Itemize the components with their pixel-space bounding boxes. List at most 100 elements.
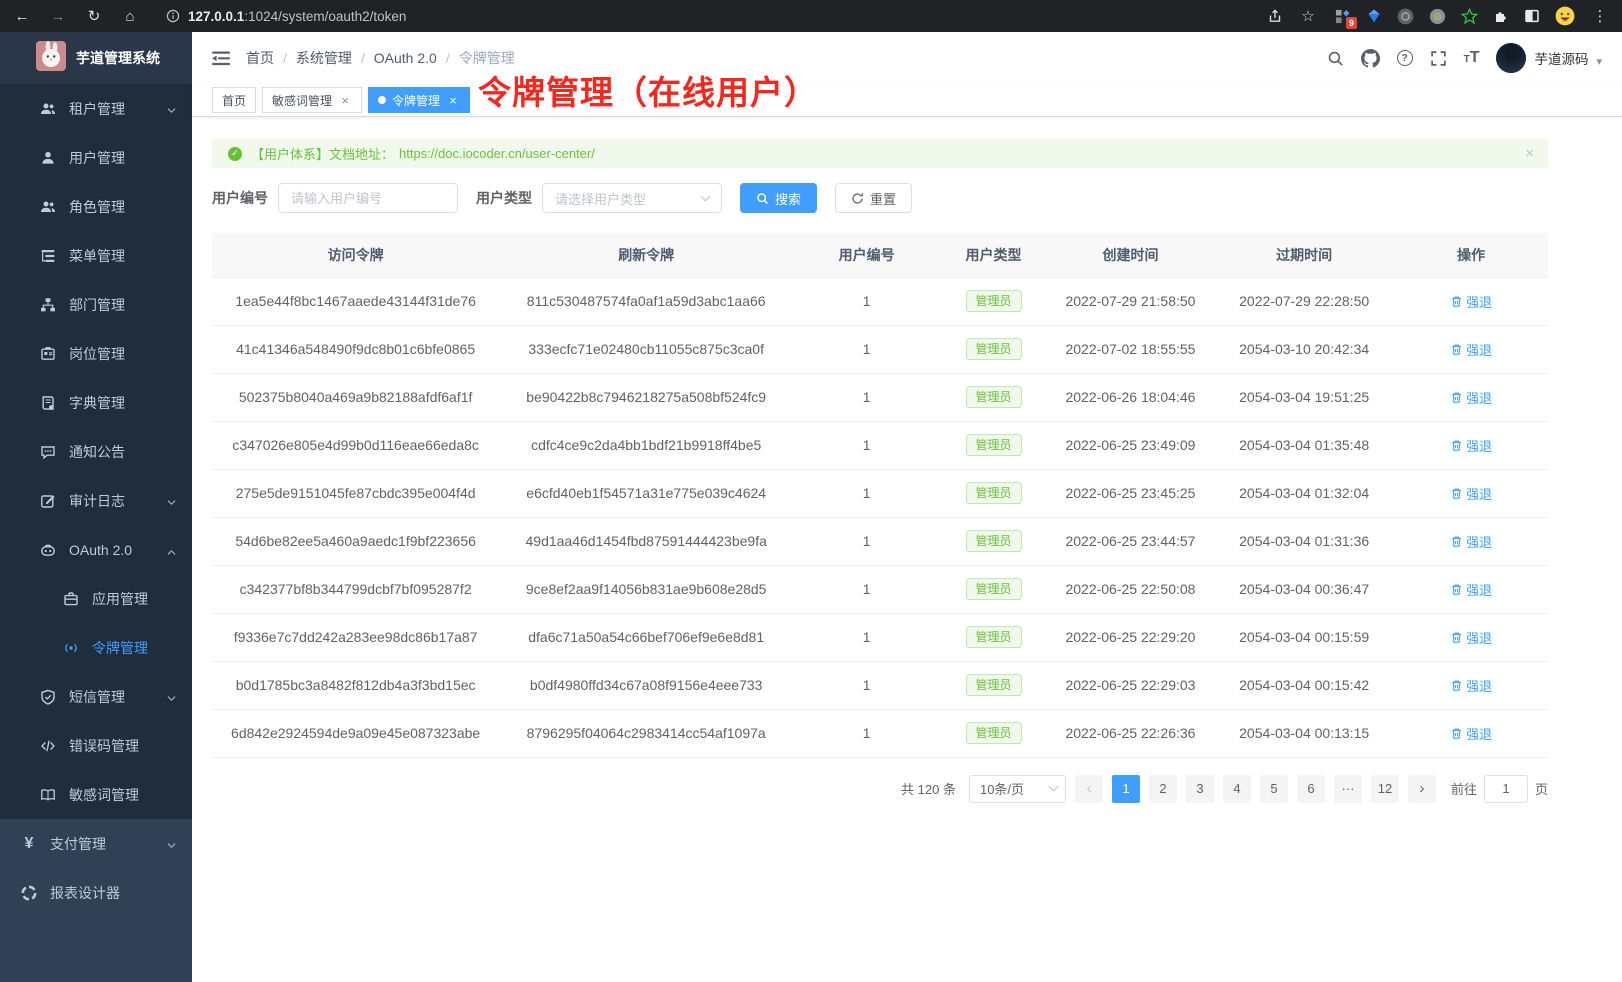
user-id-input[interactable] bbox=[278, 183, 458, 213]
page-button-12[interactable]: 12 bbox=[1371, 775, 1399, 803]
prev-page-button[interactable]: ‹ bbox=[1075, 775, 1103, 803]
user-id-cell: 1 bbox=[793, 517, 940, 565]
refresh-token-cell: 49d1aa46d1454fbd87591444423be9fa bbox=[499, 517, 793, 565]
address-bar[interactable]: 127.0.0.1:1024/system/oauth2/token bbox=[156, 5, 416, 27]
refresh-icon bbox=[851, 192, 864, 205]
user-menu[interactable]: 芋道源码 ▾ bbox=[1496, 43, 1602, 73]
action-cell: 强退 bbox=[1394, 469, 1548, 517]
user-type-select[interactable]: 请选择用户类型 bbox=[542, 183, 722, 213]
help-icon[interactable]: ? bbox=[1397, 50, 1413, 66]
force-logout-button[interactable]: 强退 bbox=[1450, 292, 1492, 311]
sidebar-item-yen[interactable]: ¥支付管理 bbox=[0, 819, 192, 868]
tab-label: 首页 bbox=[222, 92, 246, 109]
force-logout-button[interactable]: 强退 bbox=[1450, 340, 1492, 359]
app-logo-bar[interactable]: 芋道管理系统 bbox=[0, 32, 192, 84]
force-logout-button[interactable]: 强退 bbox=[1450, 532, 1492, 551]
page-button-4[interactable]: 4 bbox=[1223, 775, 1251, 803]
tab-active[interactable]: 令牌管理× bbox=[368, 87, 470, 113]
sidebar-item-label: 菜单管理 bbox=[69, 246, 125, 266]
sidebar-item-users[interactable]: 租户管理 bbox=[0, 84, 192, 133]
sidebar-item-code[interactable]: 错误码管理 bbox=[0, 721, 192, 770]
page-size-select[interactable]: 10条/页 bbox=[969, 775, 1066, 803]
browser-forward-icon[interactable]: → bbox=[48, 8, 68, 25]
sidebar-item-report[interactable]: 报表设计器 bbox=[0, 868, 192, 917]
force-logout-button[interactable]: 强退 bbox=[1450, 436, 1492, 455]
page-button-3[interactable]: 3 bbox=[1186, 775, 1214, 803]
browser-menu-icon[interactable]: ⋮ bbox=[1590, 7, 1610, 25]
force-logout-button[interactable]: 强退 bbox=[1450, 724, 1492, 743]
search-button[interactable]: 搜索 bbox=[740, 183, 817, 213]
sidebar-item-shield[interactable]: 短信管理 bbox=[0, 672, 192, 721]
page-button-1[interactable]: 1 bbox=[1112, 775, 1140, 803]
browser-home-icon[interactable]: ⌂ bbox=[120, 8, 140, 25]
browser-reload-icon[interactable]: ↻ bbox=[84, 7, 104, 25]
gem-extension-icon[interactable] bbox=[1366, 8, 1382, 24]
doc-link[interactable]: https://doc.iocoder.cn/user-center/ bbox=[399, 146, 595, 161]
sidebar-item-audit[interactable]: 审计日志 bbox=[0, 476, 192, 525]
goto-page-input[interactable] bbox=[1484, 775, 1528, 803]
tab-close-icon[interactable]: × bbox=[446, 93, 460, 108]
force-logout-label: 强退 bbox=[1466, 580, 1492, 599]
force-logout-button[interactable]: 强退 bbox=[1450, 580, 1492, 599]
sidebar-item-tree[interactable]: 菜单管理 bbox=[0, 231, 192, 280]
extensions-puzzle-icon[interactable] bbox=[1493, 8, 1509, 24]
breadcrumb-item[interactable]: OAuth 2.0 bbox=[374, 50, 437, 66]
sidebar-item-notice[interactable]: 通知公告 bbox=[0, 427, 192, 476]
star-extension-icon[interactable] bbox=[1461, 8, 1478, 25]
tab-close-icon[interactable]: × bbox=[338, 93, 352, 108]
sidebar-item-user[interactable]: 用户管理 bbox=[0, 133, 192, 182]
pagination: 共 120 条10条/页‹123456···12›前往页 bbox=[212, 775, 1548, 803]
app-title: 芋道管理系统 bbox=[76, 48, 160, 68]
bookmark-star-icon[interactable]: ☆ bbox=[1298, 7, 1318, 25]
sidebar-item-label: OAuth 2.0 bbox=[69, 542, 132, 558]
force-logout-button[interactable]: 强退 bbox=[1450, 628, 1492, 647]
side-panel-icon[interactable] bbox=[1524, 8, 1540, 24]
force-logout-label: 强退 bbox=[1466, 388, 1492, 407]
more-pages-button[interactable]: ··· bbox=[1334, 775, 1362, 803]
force-logout-button[interactable]: 强退 bbox=[1450, 484, 1492, 503]
colorful-extension-icon[interactable]: 9 bbox=[1333, 7, 1351, 25]
force-logout-button[interactable]: 强退 bbox=[1450, 388, 1492, 407]
sidebar-collapse-icon[interactable] bbox=[212, 51, 230, 66]
sidebar-item-app[interactable]: 应用管理 bbox=[0, 574, 192, 623]
browser-back-icon[interactable]: ← bbox=[12, 8, 32, 25]
page-button-5[interactable]: 5 bbox=[1260, 775, 1288, 803]
page-button-6[interactable]: 6 bbox=[1297, 775, 1325, 803]
chevron-down-icon bbox=[166, 838, 177, 854]
shield-icon bbox=[40, 689, 56, 705]
header-search-icon[interactable] bbox=[1327, 50, 1344, 67]
breadcrumb-item[interactable]: 首页 bbox=[246, 48, 274, 68]
recorder-extension-icon[interactable] bbox=[1429, 8, 1446, 25]
post-icon bbox=[40, 346, 56, 362]
sidebar-item-label: 通知公告 bbox=[69, 442, 125, 462]
font-size-icon[interactable]: TT bbox=[1464, 49, 1480, 67]
reset-button[interactable]: 重置 bbox=[835, 183, 912, 213]
sidebar-item-token[interactable]: 令牌管理 bbox=[0, 623, 192, 672]
profile-avatar-emoji[interactable] bbox=[1555, 6, 1575, 26]
access-token-cell: 275e5de9151045fe87cbdc395e004f4d bbox=[212, 469, 499, 517]
token-icon bbox=[63, 640, 79, 656]
next-page-button[interactable]: › bbox=[1408, 775, 1436, 803]
sidebar-item-org[interactable]: 部门管理 bbox=[0, 280, 192, 329]
sidebar-item-openbook[interactable]: 敏感词管理 bbox=[0, 770, 192, 819]
chevron-down-icon bbox=[166, 103, 177, 119]
sidebar-item-label: 敏感词管理 bbox=[69, 785, 139, 805]
force-logout-button[interactable]: 强退 bbox=[1450, 676, 1492, 695]
breadcrumb-item[interactable]: 系统管理 bbox=[296, 48, 352, 68]
page-button-2[interactable]: 2 bbox=[1149, 775, 1177, 803]
sidebar-item-post[interactable]: 岗位管理 bbox=[0, 329, 192, 378]
sidebar-item-robot[interactable]: OAuth 2.0 bbox=[0, 525, 192, 574]
sidebar-item-roles[interactable]: 角色管理 bbox=[0, 182, 192, 231]
tab-1[interactable]: 敏感词管理× bbox=[262, 87, 362, 113]
tab-0[interactable]: 首页 bbox=[212, 87, 256, 113]
alert-close-icon[interactable]: × bbox=[1525, 145, 1534, 162]
force-logout-label: 强退 bbox=[1466, 484, 1492, 503]
round-extension-icon[interactable] bbox=[1397, 8, 1414, 25]
active-tab-dot bbox=[378, 96, 386, 104]
share-icon[interactable] bbox=[1267, 8, 1283, 24]
code-icon bbox=[40, 738, 56, 754]
github-icon[interactable] bbox=[1361, 49, 1380, 68]
page-info-icon[interactable] bbox=[166, 9, 180, 23]
sidebar-item-dict[interactable]: 字典管理 bbox=[0, 378, 192, 427]
fullscreen-icon[interactable] bbox=[1430, 50, 1447, 67]
